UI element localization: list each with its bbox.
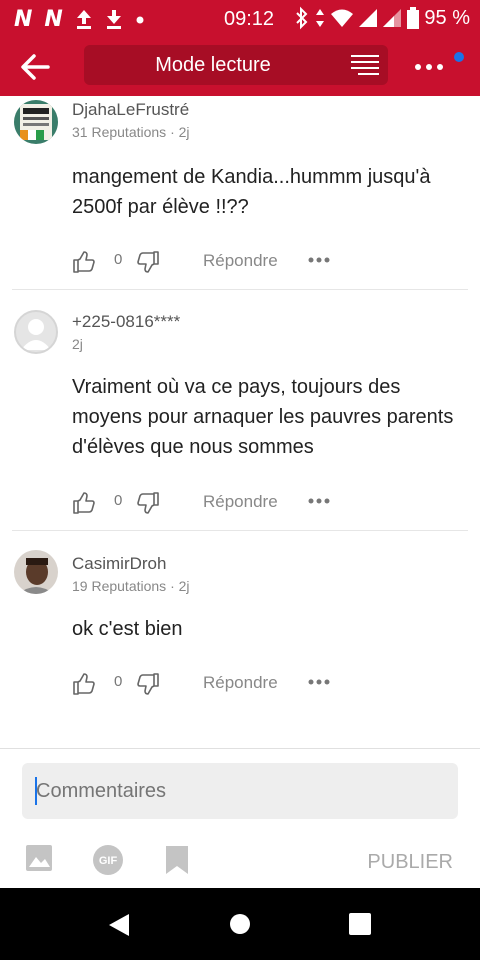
comment-actions: 0 Répondre — [72, 248, 452, 278]
comment-actions: 0 Répondre — [72, 489, 452, 519]
thumbs-down-icon[interactable] — [136, 491, 160, 515]
data-transfer-icon — [316, 9, 325, 27]
status-bar: N N 09:12 95 % — [0, 0, 480, 38]
publish-button[interactable]: PUBLIER — [367, 851, 453, 874]
comment-author[interactable]: DjahaLeFrustré — [72, 100, 189, 120]
top-toolbar: Mode lecture — [0, 38, 480, 96]
comment-author[interactable]: CasimirDroh — [72, 554, 166, 574]
gif-label: GIF — [99, 855, 118, 867]
like-count: 0 — [114, 492, 123, 509]
notification-n-icon: N — [44, 6, 63, 32]
comment-meta: 31 Reputations · 2j — [72, 124, 190, 140]
thumbs-down-icon[interactable] — [136, 250, 160, 274]
bluetooth-icon — [296, 6, 308, 30]
recents-nav-icon[interactable] — [348, 912, 372, 936]
comment-actions: 0 Répondre — [72, 670, 452, 700]
notification-n-icon: N — [14, 6, 33, 32]
thumbs-up-icon[interactable] — [72, 491, 96, 515]
comment-composer: GIF PUBLIER — [0, 748, 480, 889]
reply-button[interactable]: Répondre — [203, 251, 278, 271]
text-cursor — [35, 777, 37, 805]
avatar-image — [14, 100, 58, 144]
download-icon — [106, 10, 121, 29]
signal-icon — [359, 9, 378, 27]
back-nav-icon[interactable] — [106, 912, 132, 938]
comment-author[interactable]: +225-0816**** — [72, 312, 180, 332]
divider — [12, 530, 468, 531]
avatar-image — [14, 550, 58, 594]
comment-item: DjahaLeFrustré 31 Reputations · 2j mange… — [0, 96, 480, 288]
thumbs-up-icon[interactable] — [72, 250, 96, 274]
more-dots-icon[interactable] — [308, 256, 330, 264]
avatar[interactable] — [14, 100, 58, 144]
comment-item: +225-0816**** 2j Vraiment où va ce pays,… — [0, 306, 480, 528]
status-time: 09:12 — [224, 8, 275, 30]
image-icon[interactable] — [24, 843, 54, 873]
like-count: 0 — [114, 673, 123, 690]
reply-button[interactable]: Répondre — [203, 492, 278, 512]
avatar[interactable] — [14, 310, 58, 354]
reading-mode-toggle[interactable]: Mode lecture — [84, 45, 388, 85]
signal-icon — [383, 9, 402, 27]
more-dots-icon[interactable] — [308, 678, 330, 686]
reply-button[interactable]: Répondre — [203, 673, 278, 693]
dot-icon — [136, 16, 144, 24]
comment-text: ok c'est bien — [72, 618, 183, 640]
system-navigation-bar — [0, 888, 480, 960]
avatar[interactable] — [14, 550, 58, 594]
home-nav-icon[interactable] — [228, 912, 252, 936]
thumbs-up-icon[interactable] — [72, 672, 96, 696]
comment-meta: 19 Reputations · 2j — [72, 578, 190, 594]
comment-text: mangement de Kandia...hummm jusqu'à 2500… — [72, 166, 431, 218]
bookmark-icon[interactable] — [164, 844, 190, 876]
divider — [12, 289, 468, 290]
upload-icon — [76, 10, 91, 29]
back-arrow-icon[interactable] — [18, 50, 52, 84]
battery-level: 95 % — [424, 6, 470, 29]
battery-icon — [407, 7, 420, 29]
gif-icon[interactable]: GIF — [92, 844, 124, 876]
reader-lines-icon — [351, 55, 379, 75]
thumbs-down-icon[interactable] — [136, 672, 160, 696]
comment-text: Vraiment où va ce pays, toujours des moy… — [72, 376, 454, 458]
default-user-icon — [21, 319, 51, 350]
comment-item: CasimirDroh 19 Reputations · 2j ok c'est… — [0, 548, 480, 708]
comment-input[interactable] — [22, 763, 458, 819]
more-options-icon[interactable] — [412, 52, 446, 82]
more-dots-icon[interactable] — [308, 497, 330, 505]
toolbar-title: Mode lecture — [155, 54, 271, 76]
comment-meta: 2j — [72, 336, 83, 352]
like-count: 0 — [114, 251, 123, 268]
notification-badge — [454, 52, 464, 62]
wifi-icon — [331, 9, 354, 27]
